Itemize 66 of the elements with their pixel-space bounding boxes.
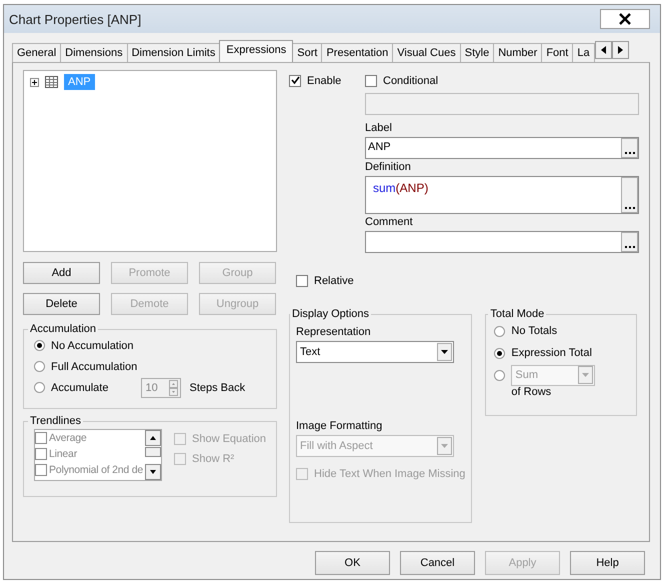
checkbox-label: Relative xyxy=(314,274,354,286)
checkbox-label: Hide Text When Image Missing xyxy=(314,468,466,480)
window-title: Chart Properties [ANP] xyxy=(9,12,142,26)
dropdown-arrow-icon xyxy=(441,444,448,448)
tab[interactable]: General xyxy=(12,43,62,62)
checkbox-label: Show Equation xyxy=(192,433,266,445)
definition-field[interactable]: sum(ANP) xyxy=(365,176,639,214)
left-arrow-icon xyxy=(600,46,606,54)
ellipsis-icon xyxy=(624,207,634,210)
radio-label: No Accumulation xyxy=(51,340,134,352)
comment-field[interactable] xyxy=(365,231,639,253)
dialog-button[interactable]: Help xyxy=(570,551,645,575)
checkbox-label: Show R² xyxy=(192,453,234,465)
radio-label: No Totals xyxy=(511,325,558,337)
radio-button[interactable] xyxy=(494,326,506,336)
group-title: Accumulation xyxy=(29,323,98,335)
radio-button[interactable] xyxy=(34,382,45,393)
dropdown-arrow-icon xyxy=(582,373,590,377)
browse-button[interactable] xyxy=(621,138,638,158)
right-arrow-icon xyxy=(618,46,623,54)
checkbox[interactable] xyxy=(365,74,377,86)
tab[interactable]: La xyxy=(572,43,595,62)
table-icon xyxy=(45,76,58,88)
scrollbar[interactable] xyxy=(145,430,161,480)
action-button[interactable]: Delete xyxy=(23,293,100,315)
field-label: Definition xyxy=(365,160,412,175)
condition-field[interactable] xyxy=(365,93,639,115)
close-icon xyxy=(619,13,631,25)
expander-icon[interactable] xyxy=(30,78,39,86)
radio-label: Full Accumulation xyxy=(51,360,138,372)
list-item[interactable]: Linear xyxy=(35,446,145,462)
tab[interactable]: Expressions xyxy=(219,40,294,62)
list-item[interactable]: Polynomial of 2nd de xyxy=(35,462,145,478)
checkbox[interactable] xyxy=(289,74,301,86)
group-title: Display Options xyxy=(291,308,370,320)
checkbox-label: Enable xyxy=(307,74,342,86)
checkbox-label: Conditional xyxy=(383,74,438,86)
radio-button[interactable] xyxy=(494,348,506,358)
field-label: Image Formatting xyxy=(296,419,384,434)
ellipsis-icon xyxy=(624,246,634,249)
rows-label: of Rows xyxy=(511,386,552,398)
radio-label: Expression Total xyxy=(511,347,592,359)
field-label: Representation xyxy=(296,325,372,340)
dialog-button[interactable]: Cancel xyxy=(400,551,475,575)
label-field[interactable]: ANP xyxy=(365,137,639,159)
action-button[interactable]: Add xyxy=(23,262,100,284)
scroll-right-button[interactable] xyxy=(612,41,629,59)
radio-button[interactable] xyxy=(34,340,45,351)
close-button[interactable] xyxy=(600,9,650,29)
group-title: Trendlines xyxy=(29,415,82,427)
browse-button[interactable] xyxy=(621,232,638,252)
steps-label: Steps Back xyxy=(189,382,246,394)
radio-button[interactable] xyxy=(494,370,506,380)
checkbox[interactable] xyxy=(296,274,308,286)
representation-dropdown[interactable]: Text xyxy=(296,341,454,363)
scroll-left-button[interactable] xyxy=(594,41,612,59)
dialog-button[interactable]: OK xyxy=(315,551,390,575)
radio-button[interactable] xyxy=(34,361,45,372)
spin-arrows-icon xyxy=(169,380,178,396)
ellipsis-icon xyxy=(624,152,634,155)
radio-label: Accumulate xyxy=(51,382,108,394)
group-title: Total Mode xyxy=(489,308,546,320)
list-item[interactable]: Average xyxy=(35,430,145,446)
field-label: Label xyxy=(365,121,393,136)
dropdown-arrow-icon xyxy=(441,350,448,354)
field-label: Comment xyxy=(365,215,414,230)
